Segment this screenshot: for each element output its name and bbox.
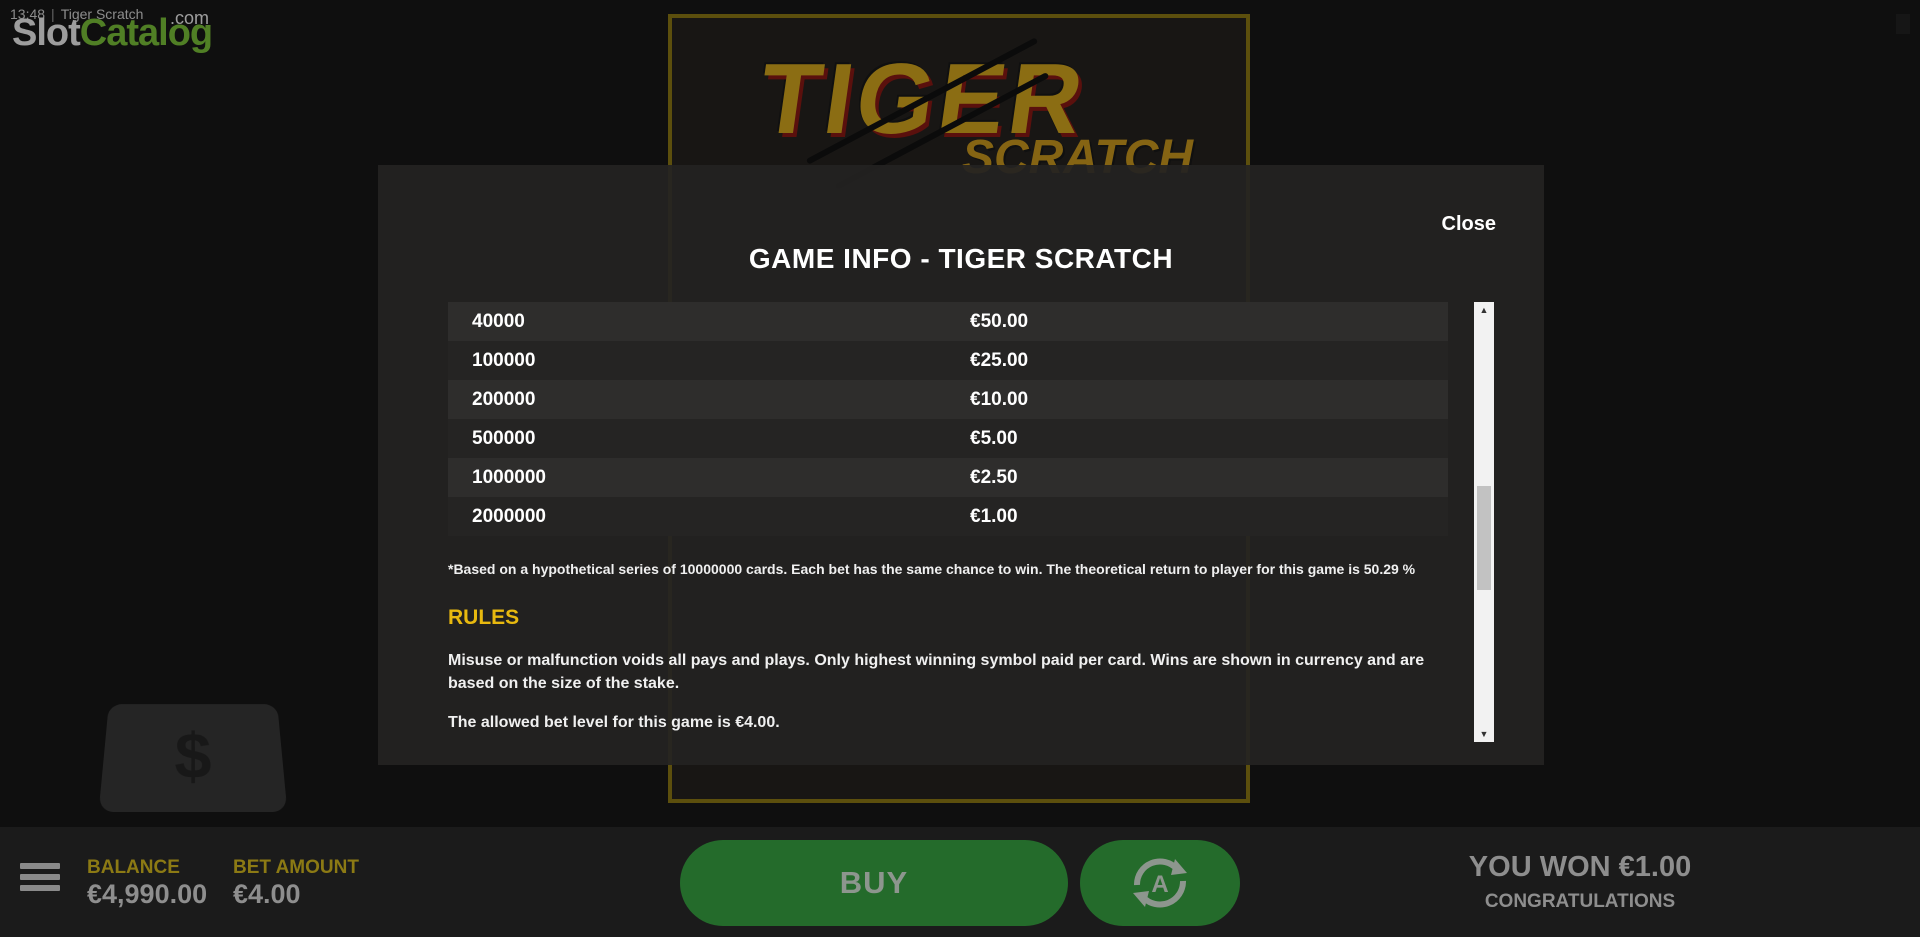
table-row: 200000 €10.00 [448, 380, 1448, 419]
close-button[interactable]: Close [1442, 213, 1496, 236]
table-row: 500000 €5.00 [448, 419, 1448, 458]
bet-amount-label: BET AMOUNT [233, 857, 359, 878]
game-screen: 13:48|Tiger Scratch SlotCatalog.com TIGE… [0, 0, 1920, 937]
balance-label: BALANCE [87, 857, 180, 878]
cards-cell: 2000000 [448, 497, 946, 536]
balance-value: €4,990.00 [87, 879, 208, 909]
scroll-up-arrow-icon[interactable]: ▲ [1474, 302, 1494, 318]
prize-cell: €2.50 [946, 458, 1448, 497]
table-row: 2000000 €1.00 [448, 497, 1448, 536]
prize-cell: €10.00 [946, 380, 1448, 419]
rules-paragraph: Misuse or malfunction voids all pays and… [448, 652, 1425, 692]
rules-heading: RULES [448, 606, 520, 629]
game-info-modal: Close GAME INFO - TIGER SCRATCH 40000 €50… [378, 165, 1544, 765]
win-message: CONGRATULATIONS [1484, 891, 1676, 912]
menu-icon[interactable] [20, 863, 60, 897]
buy-button[interactable]: BUY [680, 840, 1068, 926]
rtp-note: *Based on a hypothetical series of 10000… [448, 561, 1416, 577]
win-amount: YOU WON €1.00 [1468, 851, 1692, 883]
prize-cell: €5.00 [946, 419, 1448, 458]
autoplay-icon: A [1133, 858, 1187, 908]
buy-label: BUY [839, 865, 909, 900]
cards-cell: 200000 [448, 380, 946, 419]
info-scroll-area[interactable]: 40000 €50.00 100000 €25.00 200000 €10.00 50… [448, 302, 1448, 742]
svg-text:A: A [1151, 871, 1168, 898]
bet-amount-value[interactable]: €4.00 [233, 879, 301, 910]
modal-title: GAME INFO - TIGER SCRATCH [748, 243, 1174, 274]
prize-cell: €25.00 [946, 341, 1448, 380]
cards-cell: 100000 [448, 341, 946, 380]
paytable: 40000 €50.00 100000 €25.00 200000 €10.00 50… [448, 302, 1448, 536]
cards-cell: 1000000 [448, 458, 946, 497]
cards-cell: 40000 [448, 302, 946, 341]
table-row: 1000000 €2.50 [448, 458, 1448, 497]
table-row: 100000 €25.00 [448, 341, 1448, 380]
table-row: 40000 €50.00 [448, 302, 1448, 341]
prize-cell: €1.00 [946, 497, 1448, 536]
control-bar: BALANCE €4,990.00 BET AMOUNT €4.00 BUY A… [0, 827, 1920, 937]
cards-cell: 500000 [448, 419, 946, 458]
scroll-down-arrow-icon[interactable]: ▼ [1474, 726, 1494, 742]
bet-level-paragraph: The allowed bet level for this game is €… [448, 714, 780, 731]
scrollbar-thumb[interactable] [1477, 486, 1491, 590]
autoplay-button[interactable]: A [1080, 840, 1240, 926]
scrollbar[interactable]: ▲ ▼ [1474, 302, 1494, 742]
prize-cell: €50.00 [946, 302, 1448, 341]
